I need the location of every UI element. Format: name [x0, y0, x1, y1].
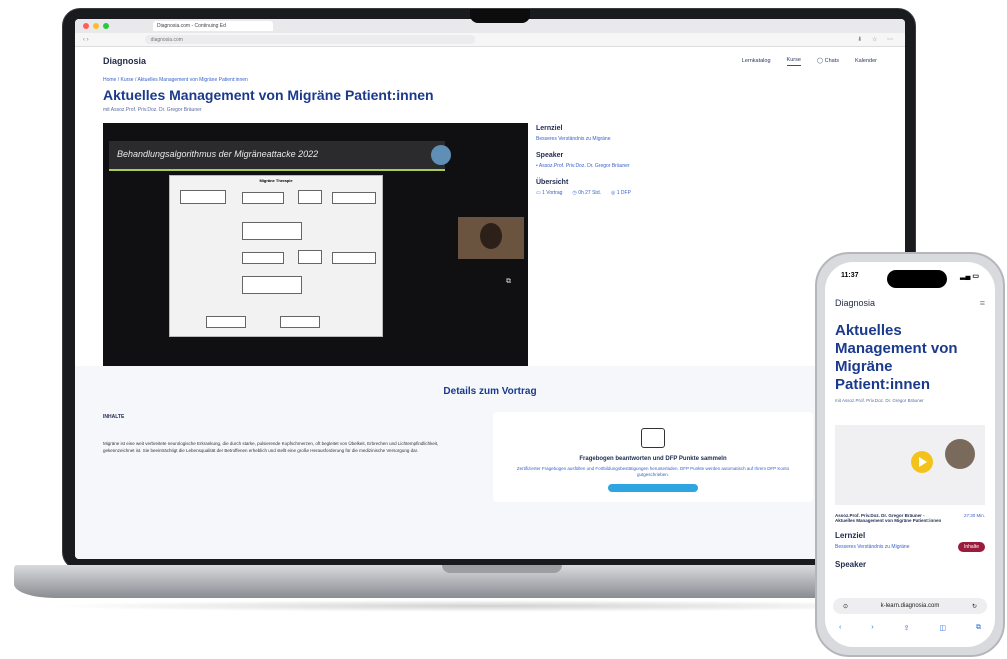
dfp-points: ◎ 1 DFP [610, 190, 631, 196]
flow-box [280, 316, 320, 328]
dfp-points-label: 1 DFP [616, 190, 631, 196]
flow-box [332, 252, 376, 264]
site-logo[interactable]: Diagnosia [103, 56, 146, 66]
flow-box [242, 192, 284, 204]
inhalte-pill[interactable]: Inhalte [957, 542, 985, 552]
speaker-face [480, 223, 502, 249]
goal-heading: Lernziel [536, 125, 563, 132]
dynamic-island [887, 270, 947, 288]
back-arrow-icon[interactable]: ‹ › [83, 37, 89, 43]
goal-link[interactable]: Besseres Verständnis zu Migräne [536, 136, 877, 142]
lecture-count: ▭ 1 Vortrag [536, 190, 563, 196]
phone-frame: 11:37 ▂▄ ▭ Diagnosia ≡ Aktuelles Managem… [815, 252, 1005, 657]
details-heading: Details zum Vortrag [443, 386, 537, 397]
minimize-window-icon[interactable] [93, 23, 99, 29]
laptop-shadow [40, 600, 940, 612]
signal-battery-icon: ▂▄ ▭ [960, 273, 979, 280]
phone-goal-heading: Lernziel [835, 531, 866, 540]
phone-speaker-thumb [945, 439, 975, 469]
inhalt-text: Migräne ist eine weit verbreitete neurol… [103, 441, 439, 453]
phone-toolbar: ‹ › ⇪ ◫ ⧉ [839, 624, 981, 632]
details-section: Details zum Vortrag INHALTE Migräne ist … [75, 366, 905, 559]
flowchart-title: Migräne Therapie [259, 178, 293, 183]
flow-box [242, 252, 284, 264]
nav-item-chats-label: Chats [824, 58, 839, 64]
phone-video-caption: Assoz.Prof. Priv.Doz. Dr. Gregor Bräuner… [835, 513, 942, 523]
speaker-link[interactable]: • Assoz.Prof. Priv.Doz. Dr. Gregor Bräun… [536, 163, 877, 169]
laptop-screen: Diagnosia.com - Continuing Ed ‹ › diagno… [75, 19, 905, 559]
phone-header: Diagnosia ≡ [825, 290, 995, 316]
reload-icon[interactable]: ↻ [972, 603, 977, 610]
lecture-count-label: 1 Vortrag [542, 190, 563, 196]
flow-box [206, 316, 246, 328]
address-bar[interactable]: diagnosia.com [144, 35, 475, 44]
phone-goal-row: Besseres Verständnis zu Migräne Inhalte [825, 542, 995, 552]
laptop-notch [470, 9, 530, 23]
flow-box [242, 222, 302, 240]
tabs-overview-icon[interactable]: ⧉ [976, 624, 981, 632]
nav-item-kalender[interactable]: Kalender [855, 58, 877, 64]
phone-title: Aktuelles Management von Migräne Patient… [835, 322, 958, 393]
duration-label: 0h 27 Std. [578, 190, 601, 196]
inhalt-label: INHALTE [103, 414, 125, 420]
bookmarks-icon[interactable]: ◫ [939, 624, 946, 632]
questionnaire-button[interactable] [608, 484, 698, 492]
page-content: Home / Kurse / Aktuelles Management von … [75, 77, 905, 366]
flow-box [298, 190, 322, 204]
phone-time: 11:37 [841, 272, 859, 279]
questionnaire-text: Zertifizierter Fragebogen ausfüllen und … [516, 466, 790, 477]
laptop-base-notch [442, 565, 562, 573]
page-byline: mit Assoz.Prof. Priv.Doz. Dr. Gregor Brä… [103, 107, 202, 113]
site-header: Diagnosia Lernkatalog Kurse ◯ Chats Kale… [75, 47, 905, 75]
phone-video-info: Assoz.Prof. Priv.Doz. Dr. Gregor Bräuner… [825, 505, 995, 523]
share-icon[interactable]: ⇪ [904, 624, 910, 632]
speaker-heading: Speaker [536, 152, 564, 159]
phone-duration: 27:30 Min. [963, 513, 985, 518]
forward-icon[interactable]: › [871, 624, 873, 632]
picture-in-picture-icon[interactable]: ⧉ [506, 278, 511, 286]
close-window-icon[interactable] [83, 23, 89, 29]
slide-logo-badge [431, 145, 451, 165]
tabs-icon[interactable]: ⊙ [843, 603, 848, 610]
flow-box [180, 190, 226, 204]
site-nav: Lernkatalog Kurse ◯ Chats Kalender [742, 57, 877, 66]
questionnaire-card: Fragebogen beantworten und DFP Punkte sa… [493, 412, 813, 502]
breadcrumb[interactable]: Home / Kurse / Aktuelles Management von … [103, 77, 877, 83]
slide-heading: Behandlungsalgorithmus der Migräneattack… [109, 141, 445, 171]
page-title: Aktuelles Management von Migräne Patient… [103, 87, 434, 103]
phone-logo[interactable]: Diagnosia [835, 298, 875, 308]
phone-address-bar[interactable]: ⊙ k-learn.diagnosia.com ↻ [833, 598, 987, 614]
flow-box [298, 250, 322, 264]
nav-item-chats[interactable]: ◯ Chats [817, 58, 839, 64]
video-player[interactable]: Behandlungsalgorithmus der Migräneattack… [103, 123, 528, 366]
phone-url: k-learn.diagnosia.com [880, 603, 940, 609]
nav-item-lernkatalog[interactable]: Lernkatalog [742, 58, 771, 64]
play-icon[interactable] [911, 451, 933, 473]
phone-byline: mit Assoz.Prof. Priv.Doz. Dr. Gregor Brä… [835, 398, 924, 403]
maximize-window-icon[interactable] [103, 23, 109, 29]
certificate-icon [641, 428, 665, 448]
nav-item-kurse[interactable]: Kurse [786, 57, 801, 66]
phone-video[interactable] [835, 425, 985, 505]
back-icon[interactable]: ‹ [839, 624, 841, 632]
flowchart-slide: Migräne Therapie [169, 175, 383, 337]
laptop-lid: Diagnosia.com - Continuing Ed ‹ › diagno… [62, 8, 916, 570]
overview-heading: Übersicht [536, 179, 569, 186]
flow-box [332, 192, 376, 204]
speaker-camera [458, 217, 524, 259]
browser-toolbar-icons[interactable]: ⬇ ☆ ⋯ [857, 36, 897, 43]
phone-screen: 11:37 ▂▄ ▭ Diagnosia ≡ Aktuelles Managem… [825, 262, 995, 647]
browser-urlbar: ‹ › diagnosia.com ⬇ ☆ ⋯ [75, 33, 905, 47]
duration: ◷ 0h 27 Std. [572, 190, 601, 196]
flow-box [242, 276, 302, 294]
menu-icon[interactable]: ≡ [980, 298, 985, 308]
browser-tab[interactable]: Diagnosia.com - Continuing Ed [153, 21, 273, 31]
questionnaire-title: Fragebogen beantworten und DFP Punkte sa… [579, 456, 727, 462]
overview-meta: ▭ 1 Vortrag ◷ 0h 27 Std. ◎ 1 DFP [536, 190, 877, 196]
phone-speaker-heading: Speaker [835, 560, 867, 569]
course-row: Behandlungsalgorithmus der Migräneattack… [103, 123, 877, 366]
phone-goal-link[interactable]: Besseres Verständnis zu Migräne [835, 544, 909, 550]
